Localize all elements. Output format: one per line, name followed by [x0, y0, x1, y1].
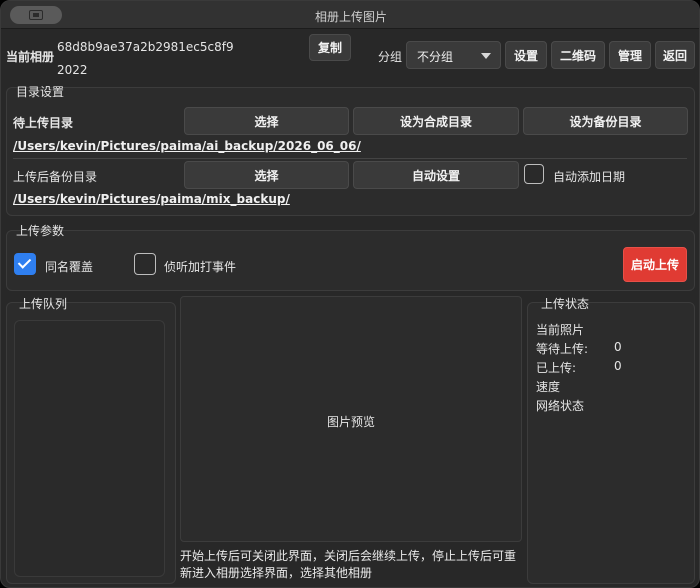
upload-params-group: [6, 230, 695, 291]
upload-params-title: 上传参数: [16, 224, 65, 238]
backup-dir-label: 上传后备份目录: [13, 170, 98, 184]
select-backup-dir-button[interactable]: 选择: [184, 161, 349, 189]
select-upload-dir-button[interactable]: 选择: [184, 107, 349, 135]
network-status-label: 网络状态: [536, 399, 585, 413]
upload-note: 开始上传后可关闭此界面，关闭后会继续上传，停止上传后可重新进入相册选择界面，选择…: [180, 549, 517, 580]
dir-settings-title: 目录设置: [16, 85, 65, 99]
auto-date-checkbox[interactable]: [524, 164, 544, 184]
upload-dir-path[interactable]: /Users/kevin/Pictures/paima/ai_backup/20…: [13, 139, 361, 153]
waiting-label: 等待上传:: [536, 342, 589, 356]
upload-queue-list[interactable]: [14, 320, 165, 577]
backup-dir-path[interactable]: /Users/kevin/Pictures/paima/mix_backup/: [13, 192, 290, 206]
group-select-value: 不分组: [417, 50, 454, 64]
overwrite-label: 同名覆盖: [45, 260, 94, 274]
album-year: 2022: [57, 63, 88, 77]
settings-button[interactable]: 设置: [505, 41, 547, 69]
album-id: 68d8b9ae37a2b2981ec5c8f9: [57, 40, 234, 54]
listen-checkbox[interactable]: [134, 253, 156, 275]
upload-window: 相册上传图片 当前相册 68d8b9ae37a2b2981ec5c8f9 202…: [0, 0, 700, 588]
image-preview-label: 图片预览: [326, 415, 375, 429]
current-album-label: 当前相册: [6, 50, 55, 64]
group-select[interactable]: 不分组: [406, 41, 501, 69]
overwrite-checkbox[interactable]: [14, 253, 36, 275]
uploaded-value: 0: [614, 359, 622, 373]
back-button[interactable]: 返回: [655, 41, 695, 69]
speed-label: 速度: [536, 380, 561, 394]
current-photo-label: 当前照片: [536, 323, 585, 337]
auto-date-label: 自动添加日期: [553, 170, 626, 184]
manage-button[interactable]: 管理: [609, 41, 651, 69]
listen-label: 侦听加打事件: [164, 260, 237, 274]
copy-button[interactable]: 复制: [309, 34, 351, 61]
group-label: 分组: [378, 50, 403, 64]
start-upload-button[interactable]: 启动上传: [623, 247, 687, 282]
window-title: 相册上传图片: [314, 10, 387, 24]
title-bar: 相册上传图片: [1, 1, 699, 29]
chevron-down-icon: [481, 53, 491, 59]
set-composite-dir-button[interactable]: 设为合成目录: [353, 107, 519, 135]
upload-dir-label: 待上传目录: [13, 116, 74, 130]
divider: [13, 158, 687, 159]
upload-queue-title: 上传队列: [19, 297, 68, 311]
auto-set-button[interactable]: 自动设置: [353, 161, 519, 189]
waiting-value: 0: [614, 340, 622, 354]
uploaded-label: 已上传:: [536, 361, 577, 375]
qrcode-button[interactable]: 二维码: [551, 41, 605, 69]
image-preview: 图片预览: [180, 296, 522, 542]
upload-status-title: 上传状态: [541, 297, 590, 311]
set-backup-dir-button[interactable]: 设为备份目录: [523, 107, 688, 135]
